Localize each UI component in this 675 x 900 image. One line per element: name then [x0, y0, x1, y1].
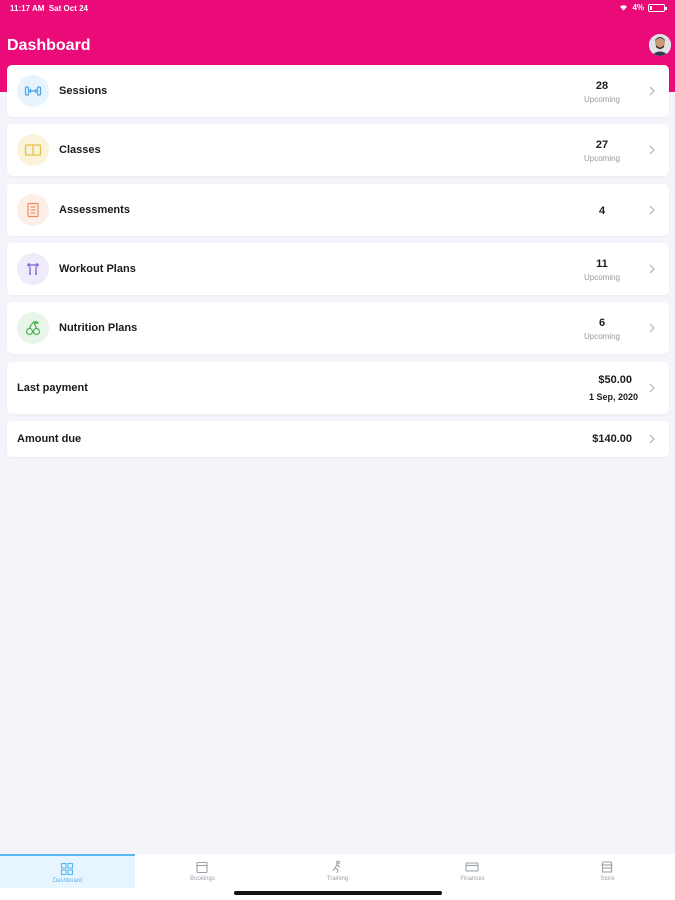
battery-icon [648, 3, 667, 12]
tab-label: Bookings [190, 876, 215, 882]
tab-label: Store [600, 876, 615, 882]
tab-store[interactable]: Store [540, 854, 675, 888]
chevron-right-icon [649, 434, 655, 444]
status-indicators: 4% [619, 3, 667, 12]
calendar-icon [196, 861, 208, 874]
card-sub: Upcoming [583, 154, 620, 163]
chevron-right-icon [649, 145, 655, 155]
card-assessments[interactable]: Assessments 4 [7, 184, 669, 236]
card-count: 28 [595, 80, 609, 92]
card-label: Classes [59, 144, 101, 156]
chevron-right-icon [649, 383, 655, 393]
card-sub: Upcoming [583, 95, 620, 104]
card-sub: Upcoming [583, 273, 620, 282]
card-label: Assessments [59, 204, 130, 216]
card-amount-due[interactable]: Amount due $140.00 [7, 421, 669, 457]
card-icon [465, 862, 479, 872]
tab-label: Dashboard [52, 878, 83, 884]
chevron-right-icon [649, 86, 655, 96]
card-workout-plans[interactable]: Workout Plans 11 Upcoming [7, 243, 669, 295]
card-nutrition-plans[interactable]: Nutrition Plans 6 Upcoming [7, 302, 669, 354]
card-sessions[interactable]: Sessions 28 Upcoming [7, 65, 669, 117]
card-label: Nutrition Plans [59, 322, 138, 334]
tab-bookings[interactable]: Bookings [135, 854, 270, 888]
tab-label: Finances [460, 876, 485, 882]
store-icon [601, 861, 613, 873]
payment-date: 1 Sep, 2020 [588, 392, 638, 402]
workout-plans-icon-badge [17, 253, 49, 285]
card-label: Sessions [59, 85, 108, 97]
book-icon [24, 144, 42, 156]
dumbbell-icon [24, 86, 42, 96]
chevron-right-icon [649, 323, 655, 333]
wifi-icon [620, 5, 628, 11]
clipboard-icon [27, 202, 39, 218]
home-indicator [234, 891, 442, 895]
payment-label: Last payment [17, 382, 88, 394]
runner-icon [332, 860, 341, 874]
card-count: 4 [598, 205, 606, 217]
card-last-payment[interactable]: Last payment $50.00 1 Sep, 2020 [7, 362, 669, 414]
chevron-right-icon [649, 264, 655, 274]
card-count: 27 [595, 139, 609, 151]
due-label: Amount due [17, 433, 82, 445]
tab-training[interactable]: Training [270, 854, 405, 888]
tab-label: Training [326, 876, 349, 882]
status-date: Sat Oct 24 [48, 4, 88, 13]
card-count: 11 [596, 258, 608, 270]
payment-amount: $50.00 [598, 374, 632, 386]
classes-icon-badge [17, 134, 49, 166]
status-time-date: 11:17 AM Sat Oct 24 [10, 4, 88, 13]
chevron-right-icon [649, 205, 655, 215]
status-bar: 11:17 AM Sat Oct 24 4% [0, 0, 675, 18]
avatar-image [649, 34, 671, 56]
nutrition-plans-icon-badge [17, 312, 49, 344]
card-count: 6 [598, 317, 606, 329]
card-sub: Upcoming [583, 332, 620, 341]
tab-finances[interactable]: Finances [405, 854, 540, 888]
sessions-icon-badge [17, 75, 49, 107]
due-amount: $140.00 [592, 433, 632, 445]
battery-percent: 4% [632, 3, 644, 12]
card-classes[interactable]: Classes 27 Upcoming [7, 124, 669, 176]
tab-dashboard[interactable]: Dashboard [0, 854, 135, 888]
assessments-icon-badge [17, 194, 49, 226]
cherries-icon [25, 321, 41, 336]
avatar[interactable] [649, 34, 671, 56]
status-time: 11:17 AM [10, 4, 45, 13]
kettlebell-icon [27, 263, 39, 275]
page-title: Dashboard [7, 37, 91, 54]
grid-icon [60, 862, 74, 876]
card-label: Workout Plans [59, 263, 136, 275]
